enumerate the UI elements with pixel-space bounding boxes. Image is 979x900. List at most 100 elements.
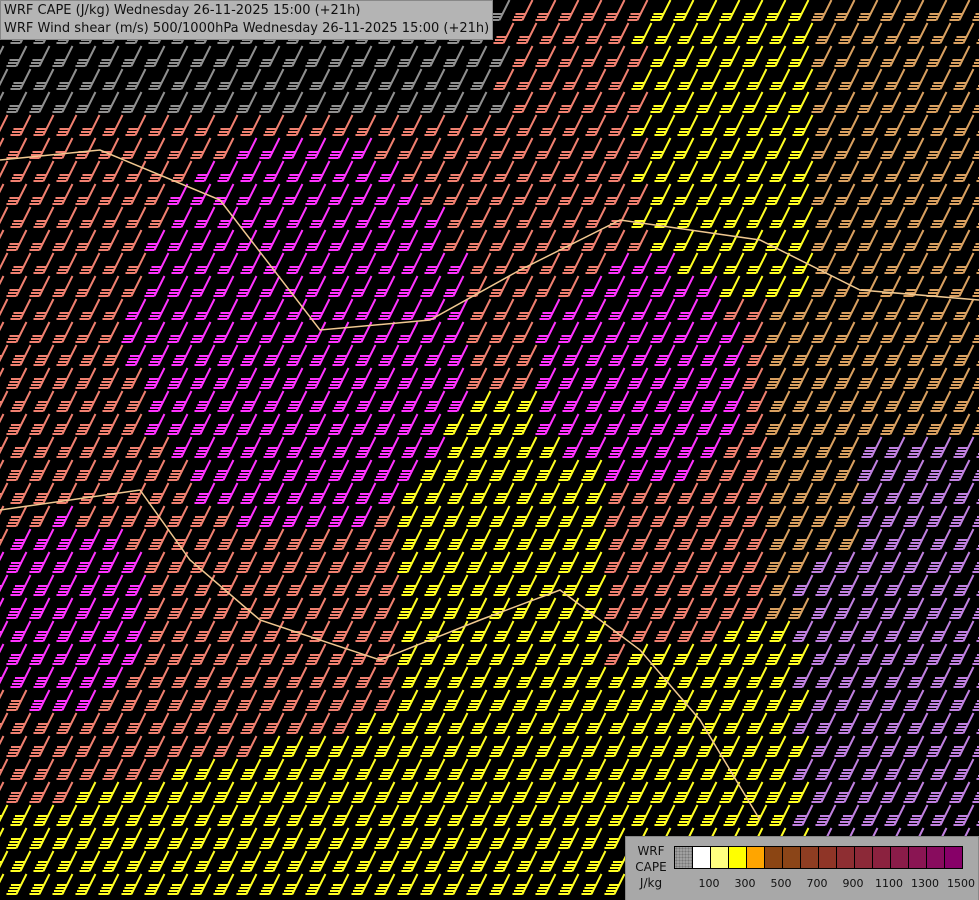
wind-barb (627, 505, 649, 527)
wind-barb (926, 459, 948, 481)
wind-barb (447, 758, 469, 780)
weather-map[interactable]: WRF CAPE (J/kg) Wednesday 26-11-2025 15:… (0, 0, 979, 900)
wind-barb (608, 482, 630, 504)
wind-barb (972, 13, 979, 21)
legend-label-unit: J/kg (639, 876, 663, 890)
wind-barb (259, 689, 281, 711)
wind-barb (401, 620, 423, 642)
wind-barb (972, 105, 979, 113)
wind-barb (75, 459, 97, 481)
wind-barb (466, 91, 488, 113)
wind-barb (305, 643, 327, 665)
wind-barb (815, 298, 837, 320)
wind-barb (972, 335, 979, 343)
wind-barb (608, 712, 630, 734)
legend-swatch (711, 847, 729, 868)
wind-barb (677, 68, 699, 90)
wind-barb (167, 321, 189, 343)
wind-barb (240, 666, 262, 688)
wind-barb (424, 850, 446, 872)
wind-barb (719, 0, 741, 21)
wind-barb (282, 367, 304, 389)
wind-barb (144, 873, 166, 895)
wind-barb (489, 689, 511, 711)
wind-barb (884, 160, 906, 182)
wind-barb (907, 114, 929, 136)
wind-barb (926, 91, 948, 113)
wind-barb (769, 206, 791, 228)
legend-label: WRF CAPE J/kg (631, 843, 671, 891)
wind-barb (443, 873, 465, 895)
wind-barb (631, 160, 653, 182)
wind-barb (493, 160, 515, 182)
wind-barb (29, 827, 51, 849)
wind-barb (148, 804, 170, 826)
wind-barb (194, 160, 216, 182)
wind-barb (167, 229, 189, 251)
wind-barb (56, 574, 78, 596)
wind-barb (604, 551, 626, 573)
wind-barb (466, 321, 488, 343)
wind-barb (259, 367, 281, 389)
wind-barb (102, 114, 124, 136)
wind-barb (0, 114, 9, 133)
wind-barb (401, 436, 423, 458)
wind-barb (121, 689, 143, 711)
wind-barb (930, 344, 952, 366)
wind-barb (309, 114, 331, 136)
wind-barb (627, 0, 649, 21)
wind-barb (742, 735, 764, 757)
wind-barb (309, 666, 331, 688)
wind-barb (769, 712, 791, 734)
wind-barb (351, 275, 373, 297)
wind-barb (857, 0, 879, 21)
wind-barb (903, 137, 925, 159)
wind-barb (742, 781, 764, 803)
wind-barb (857, 275, 879, 297)
wind-barb (167, 137, 189, 159)
wind-barb (98, 597, 120, 619)
wind-barb (815, 390, 837, 412)
wind-barb (792, 482, 814, 504)
wind-barb (424, 574, 446, 596)
wind-barb (148, 482, 170, 504)
wind-barb (420, 459, 442, 481)
wind-barb (33, 252, 55, 274)
wind-barb (401, 850, 423, 872)
legend-swatch (801, 847, 819, 868)
wind-barb (930, 436, 952, 458)
wind-barb (604, 597, 626, 619)
wind-barb (677, 528, 699, 550)
wind-barb (29, 321, 51, 343)
wind-barb (535, 459, 557, 481)
wind-barb (742, 689, 764, 711)
wind-barb (857, 459, 879, 481)
wind-barb (56, 68, 78, 90)
wind-barb (949, 689, 971, 711)
wind-barb (171, 804, 193, 826)
wind-barb (884, 620, 906, 642)
wind-barb (355, 758, 377, 780)
wind-barb (332, 850, 354, 872)
wind-barb (217, 252, 239, 274)
wind-barb (700, 436, 722, 458)
wind-barb (673, 45, 695, 67)
wind-barb (332, 344, 354, 366)
wind-barb (167, 689, 189, 711)
wind-barb (240, 620, 262, 642)
wind-barb (654, 620, 676, 642)
wind-barb (861, 298, 883, 320)
wind-barb (792, 298, 814, 320)
wind-barb (144, 643, 166, 665)
wind-barb (378, 436, 400, 458)
wind-barb (516, 850, 538, 872)
wind-barb (880, 597, 902, 619)
wind-barb (903, 597, 925, 619)
wind-barb (0, 459, 5, 470)
wind-barb (742, 459, 764, 481)
wind-barb (0, 436, 9, 455)
wind-barb (263, 114, 285, 136)
wind-barb (0, 275, 5, 286)
wind-barb (213, 873, 235, 895)
wind-barb (654, 22, 676, 44)
